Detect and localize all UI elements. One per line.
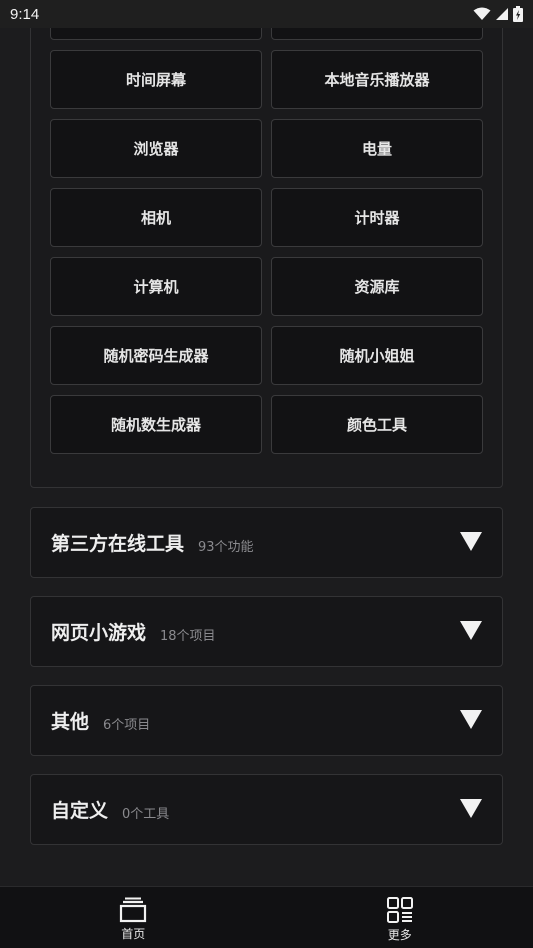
status-time: 9:14: [10, 5, 40, 23]
nav-more-label: 更多: [387, 928, 412, 942]
tool-button-local-music-player[interactable]: 本地音乐播放器: [271, 50, 483, 109]
tool-button-battery[interactable]: 电量: [271, 119, 483, 178]
grid-icon: [386, 897, 413, 923]
nav-home-label: 首页: [121, 927, 146, 941]
tool-button-camera[interactable]: 相机: [50, 188, 262, 247]
section-title: 第三方在线工具: [51, 533, 185, 555]
tool-button-color-tool[interactable]: 颜色工具: [271, 395, 483, 454]
section-custom[interactable]: 自定义 0个工具: [30, 774, 503, 845]
section-count: 0个工具: [122, 806, 170, 822]
tool-button-browser[interactable]: 浏览器: [50, 119, 262, 178]
signal-icon: [496, 8, 508, 20]
section-other[interactable]: 其他 6个项目: [30, 685, 503, 756]
chevron-down-icon[interactable]: [460, 532, 482, 551]
tool-grid: 屏幕工具 摩斯电码转换器 时间屏幕 本地音乐播放器 浏览器 电量 相机 计时器 …: [50, 0, 483, 454]
section-title: 其他: [51, 711, 90, 733]
battery-icon: [513, 6, 523, 22]
home-icon: [120, 897, 147, 923]
expanded-tools-panel: 屏幕工具 摩斯电码转换器 时间屏幕 本地音乐播放器 浏览器 电量 相机 计时器 …: [30, 0, 503, 488]
bottom-navigation: 首页 更多: [0, 886, 533, 948]
tool-button-random-number[interactable]: 随机数生成器: [50, 395, 262, 454]
section-count: 6个项目: [103, 717, 151, 733]
status-bar: 9:14: [0, 0, 533, 28]
tool-button-random-girl[interactable]: 随机小姐姐: [271, 326, 483, 385]
section-count: 18个项目: [160, 628, 216, 644]
wifi-icon: [473, 7, 491, 20]
section-third-party-tools[interactable]: 第三方在线工具 93个功能: [30, 507, 503, 578]
status-icons: [473, 6, 523, 22]
nav-more[interactable]: 更多: [267, 887, 533, 948]
section-count: 93个功能: [198, 539, 254, 555]
chevron-down-icon[interactable]: [460, 799, 482, 818]
section-title: 自定义: [51, 800, 109, 822]
tool-button-random-password[interactable]: 随机密码生成器: [50, 326, 262, 385]
section-web-games[interactable]: 网页小游戏 18个项目: [30, 596, 503, 667]
tool-button-resource-library[interactable]: 资源库: [271, 257, 483, 316]
chevron-down-icon[interactable]: [460, 710, 482, 729]
tool-button-timer[interactable]: 计时器: [271, 188, 483, 247]
main-content: 屏幕工具 摩斯电码转换器 时间屏幕 本地音乐播放器 浏览器 电量 相机 计时器 …: [0, 0, 533, 886]
chevron-down-icon[interactable]: [460, 621, 482, 640]
section-title: 网页小游戏: [51, 622, 147, 644]
nav-home[interactable]: 首页: [0, 887, 267, 948]
tool-button-calculator[interactable]: 计算机: [50, 257, 262, 316]
tool-button-time-screen[interactable]: 时间屏幕: [50, 50, 262, 109]
